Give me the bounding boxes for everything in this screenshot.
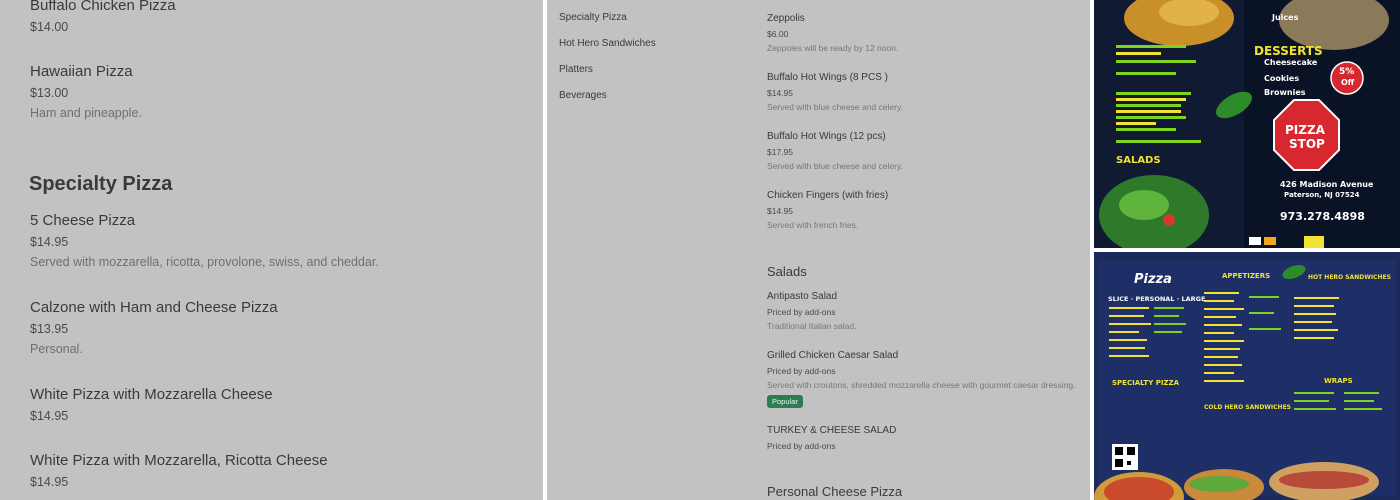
menu-photos: Juices DESSERTS Cheesecake Cookies Brown… xyxy=(1094,0,1400,500)
dessert-item: Cheesecake xyxy=(1264,58,1318,67)
address-line: 426 Madison Avenue xyxy=(1280,180,1374,189)
section-heading: Specialty Pizza xyxy=(29,173,173,195)
item-price: $13.95 xyxy=(30,322,69,336)
menu-item[interactable]: Hawaiian Pizza $13.00 Ham and pineapple. xyxy=(30,63,142,121)
item-price: $14.95 xyxy=(767,88,793,98)
item-price: $14.95 xyxy=(30,235,69,249)
specialty-title: SPECIALTY PIZZA xyxy=(1112,379,1179,387)
item-description: Served with blue cheese and celery. xyxy=(767,102,903,112)
item-name: Grilled Chicken Caesar Salad xyxy=(767,350,899,361)
address-line: Paterson, NJ 07524 xyxy=(1284,191,1360,199)
salads-title: SALADS xyxy=(1116,155,1161,166)
wraps-title: WRAPS xyxy=(1324,377,1353,385)
menu-item[interactable]: Zeppolis $6.00 Zeppoles will be ready by… xyxy=(767,13,1087,54)
juices-label: Juices xyxy=(1272,13,1299,22)
item-name: TURKEY & CHEESE SALAD xyxy=(767,425,897,436)
item-price: $14.95 xyxy=(767,206,793,216)
menu-panel-left: Buffalo Chicken Pizza $14.00 Hawaiian Pi… xyxy=(0,0,543,500)
offer-percent: 5% xyxy=(1339,67,1355,77)
brand-logo: Pizza xyxy=(1134,272,1172,287)
item-name: Buffalo Hot Wings (12 pcs) xyxy=(767,131,886,142)
dessert-item: Brownies xyxy=(1264,88,1306,97)
cold-hero-title: COLD HERO SANDWICHES xyxy=(1204,404,1291,411)
hot-hero-title: HOT HERO SANDWICHES xyxy=(1308,274,1391,281)
item-description: Served with blue cheese and celery. xyxy=(767,161,903,171)
item-name: Buffalo Hot Wings (8 PCS ) xyxy=(767,72,888,83)
item-description: Served with mozzarella, ricotta, provolo… xyxy=(30,255,379,269)
item-name: Zeppolis xyxy=(767,13,805,24)
item-price: $14.95 xyxy=(30,409,69,423)
menu-item[interactable]: Buffalo Chicken Pizza $14.00 xyxy=(30,0,176,35)
menu-item[interactable]: TURKEY & CHEESE SALAD Priced by add-ons xyxy=(767,425,1087,452)
menu-panel-middle: Specialty Pizza Hot Hero Sandwiches Plat… xyxy=(547,0,1090,500)
item-name: Chicken Fingers (with fries) xyxy=(767,190,889,201)
popular-badge: Popular xyxy=(767,395,803,408)
menu-item[interactable]: 5 Cheese Pizza $14.95 Served with mozzar… xyxy=(30,212,379,270)
category-nav-item[interactable]: Specialty Pizza xyxy=(559,12,627,23)
item-name: 5 Cheese Pizza xyxy=(30,212,136,229)
item-name: Hawaiian Pizza xyxy=(30,63,133,80)
menu-item[interactable]: White Pizza with Mozzarella, Ricotta Che… xyxy=(30,452,328,490)
item-price: Priced by add-ons xyxy=(767,441,836,451)
item-description: Served with french fries. xyxy=(767,220,859,230)
menu-item[interactable]: Grilled Chicken Caesar Salad Priced by a… xyxy=(767,350,1087,409)
menu-photo-top[interactable]: Juices DESSERTS Cheesecake Cookies Brown… xyxy=(1094,0,1400,248)
category-nav-item[interactable]: Beverages xyxy=(559,90,607,101)
item-description: Zeppoles will be ready by 12 noon. xyxy=(767,43,899,53)
item-description: Served with croutons, shredded mozzarell… xyxy=(767,380,1076,390)
menu-photo-bottom[interactable]: Pizza SLICE · PERSONAL · LARGE APPETIZER… xyxy=(1094,252,1400,500)
menu-item[interactable]: Buffalo Hot Wings (8 PCS ) $14.95 Served… xyxy=(767,72,1087,113)
item-price: Priced by add-ons xyxy=(767,366,836,376)
item-price: Priced by add-ons xyxy=(767,307,836,317)
item-description: Personal. xyxy=(30,342,83,356)
item-name: White Pizza with Mozzarella, Ricotta Che… xyxy=(30,452,328,469)
menu-item[interactable]: Calzone with Ham and Cheese Pizza $13.95… xyxy=(30,299,278,357)
logo-text: STOP xyxy=(1289,137,1325,151)
category-nav-item[interactable]: Hot Hero Sandwiches xyxy=(559,38,656,49)
logo-text: PIZZA xyxy=(1285,123,1325,137)
menu-item[interactable]: Antipasto Salad Priced by add-ons Tradit… xyxy=(767,291,1087,332)
slice-sizes: SLICE · PERSONAL · LARGE xyxy=(1108,295,1206,303)
item-price: $17.95 xyxy=(767,147,793,157)
category-nav-item[interactable]: Platters xyxy=(559,64,593,75)
item-description: Traditional Italian salad. xyxy=(767,321,857,331)
item-name: Antipasto Salad xyxy=(767,291,838,302)
item-name: Calzone with Ham and Cheese Pizza xyxy=(30,299,278,316)
item-description: Ham and pineapple. xyxy=(30,106,142,120)
offer-off: Off xyxy=(1341,78,1355,87)
item-name: White Pizza with Mozzarella Cheese xyxy=(30,386,273,403)
item-price: $14.95 xyxy=(30,475,69,489)
menu-item[interactable]: Buffalo Hot Wings (12 pcs) $17.95 Served… xyxy=(767,131,1087,172)
item-name: Buffalo Chicken Pizza xyxy=(30,0,176,14)
menu-item[interactable]: White Pizza with Mozzarella Cheese $14.9… xyxy=(30,386,273,424)
section-heading: Personal Cheese Pizza xyxy=(767,484,903,499)
desserts-title: DESSERTS xyxy=(1254,44,1323,58)
section-heading: Salads xyxy=(767,264,807,279)
item-price: $14.00 xyxy=(30,20,69,34)
dessert-item: Cookies xyxy=(1264,74,1300,83)
item-price: $6.00 xyxy=(767,29,789,39)
flyer-illustration xyxy=(1094,252,1400,500)
menu-item[interactable]: Chicken Fingers (with fries) $14.95 Serv… xyxy=(767,190,1087,231)
appetizers-title: APPETIZERS xyxy=(1222,272,1271,280)
phone-number: 973.278.4898 xyxy=(1280,210,1365,223)
item-price: $13.00 xyxy=(30,86,69,100)
